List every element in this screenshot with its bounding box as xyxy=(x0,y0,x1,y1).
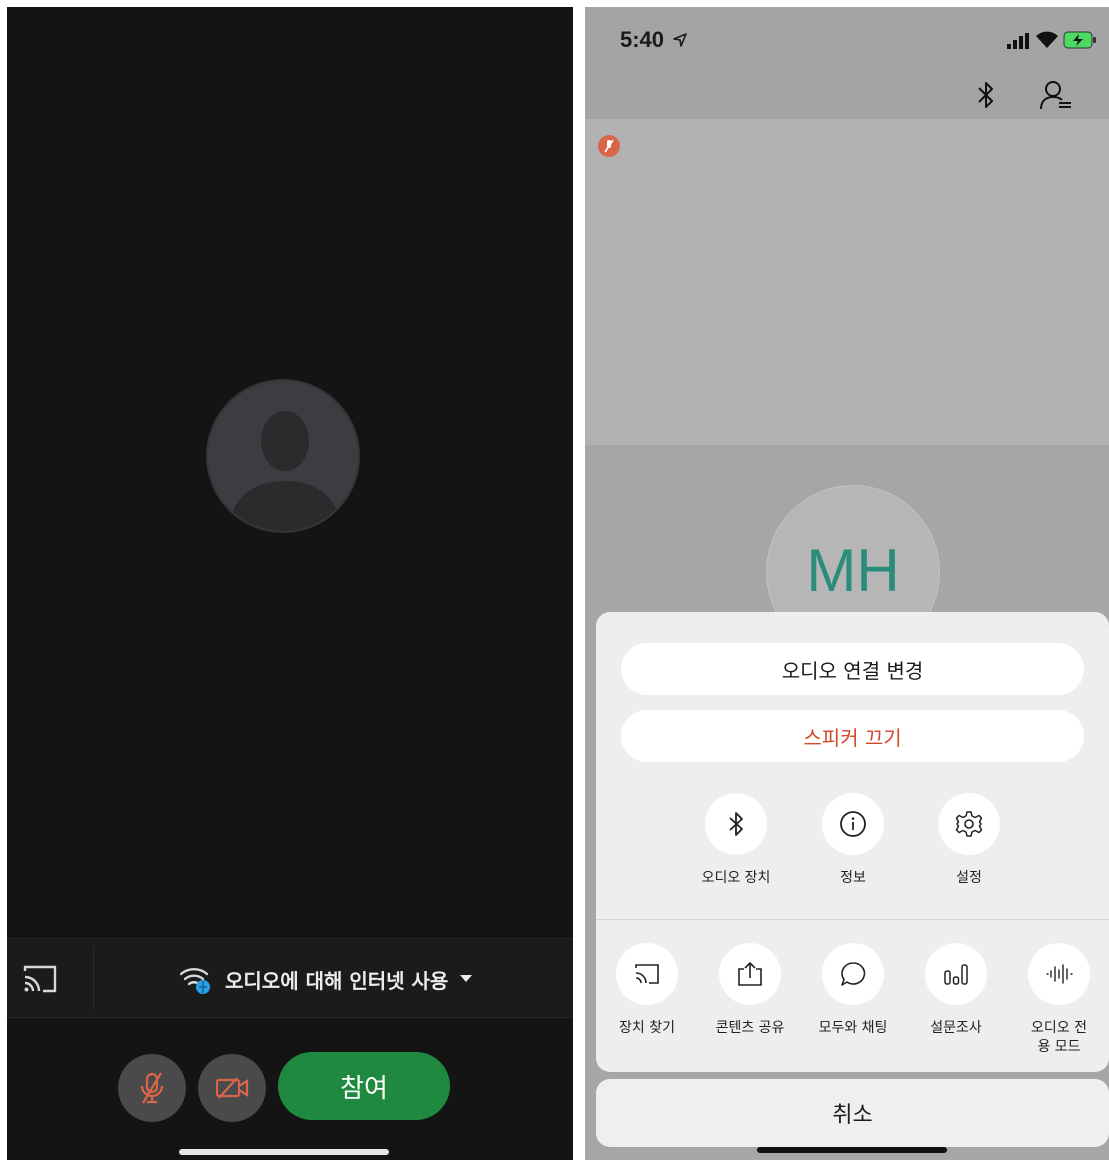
avatar-initials: MH xyxy=(806,537,900,604)
settings-label: 설정 xyxy=(956,870,982,886)
info-label: 정보 xyxy=(840,870,866,886)
pre-join-screen: 오디오에 대해 인터넷 사용 참여 xyxy=(7,7,573,1160)
video-button[interactable] xyxy=(198,1054,266,1122)
speaker-off-button[interactable]: 스피커 끄기 xyxy=(621,710,1084,762)
cast-button[interactable] xyxy=(21,963,61,997)
chat-label: 모두와 채팅 xyxy=(818,1020,888,1036)
change-audio-button[interactable]: 오디오 연결 변경 xyxy=(621,643,1084,695)
poll-option[interactable]: 설문조사 xyxy=(901,943,1011,1038)
wifi-globe-icon xyxy=(179,968,210,994)
participants-icon[interactable] xyxy=(1039,79,1073,111)
wifi-icon xyxy=(1036,31,1058,48)
cast-icon xyxy=(635,964,659,984)
cancel-button[interactable]: 취소 xyxy=(596,1079,1109,1147)
bluetooth-icon xyxy=(729,812,743,836)
audio-device-option[interactable]: 오디오 장치 xyxy=(681,793,791,888)
join-controls: 참여 xyxy=(7,1052,573,1124)
poll-label: 설문조사 xyxy=(930,1020,982,1036)
status-time: 5:40 xyxy=(620,27,665,52)
audio-only-option[interactable]: 오디오 전 용 모드 xyxy=(1004,943,1109,1057)
avatar-silhouette-icon xyxy=(228,411,342,531)
poll-icon xyxy=(944,964,968,985)
audio-only-label: 오디오 전 용 모드 xyxy=(1031,1020,1087,1055)
caret-down-icon xyxy=(460,975,473,982)
share-content-option[interactable]: 콘텐츠 공유 xyxy=(695,943,805,1038)
location-arrow-icon xyxy=(673,33,687,47)
video-off-icon xyxy=(215,1077,249,1099)
avatar xyxy=(206,379,360,533)
find-device-label: 장치 찾기 xyxy=(619,1020,675,1036)
divider xyxy=(93,947,94,1011)
audio-only-icon xyxy=(1046,964,1073,984)
chat-icon xyxy=(841,962,866,986)
sheet-divider xyxy=(596,919,1109,920)
audio-device-label: 오디오 장치 xyxy=(701,870,771,886)
audio-option-label: 오디오에 대해 인터넷 사용 xyxy=(225,968,449,993)
audio-option-bar: 오디오에 대해 인터넷 사용 xyxy=(7,938,573,1018)
video-tile-top xyxy=(585,119,1109,445)
mute-button[interactable] xyxy=(118,1054,186,1122)
bluetooth-icon[interactable] xyxy=(976,79,996,111)
find-device-option[interactable]: 장치 찾기 xyxy=(592,943,702,1038)
muted-badge xyxy=(598,135,620,157)
settings-option[interactable]: 설정 xyxy=(914,793,1024,888)
mic-muted-icon xyxy=(604,139,614,153)
settings-icon xyxy=(955,811,983,837)
join-button[interactable]: 참여 xyxy=(278,1052,450,1120)
share-content-label: 콘텐츠 공유 xyxy=(715,1020,785,1036)
info-icon xyxy=(840,811,866,837)
share-icon xyxy=(738,961,762,986)
chat-option[interactable]: 모두와 채팅 xyxy=(798,943,908,1038)
audio-option-select[interactable]: 오디오에 대해 인터넷 사용 xyxy=(179,961,473,997)
signal-icon xyxy=(1007,33,1029,49)
battery-icon xyxy=(1063,31,1096,49)
meeting-screen: 5:40 MH 오디오 연결 변경 스피커 끄기 오디오 장치 정보 설정 장치… xyxy=(585,7,1109,1160)
mic-muted-icon xyxy=(140,1072,164,1104)
cast-icon xyxy=(23,965,57,993)
status-bar: 5:40 xyxy=(585,7,1109,119)
info-option[interactable]: 정보 xyxy=(798,793,908,888)
home-indicator xyxy=(757,1147,947,1153)
audio-action-sheet: 오디오 연결 변경 스피커 끄기 오디오 장치 정보 설정 장치 찾기 콘텐츠 … xyxy=(596,612,1109,1072)
home-indicator xyxy=(179,1149,389,1155)
